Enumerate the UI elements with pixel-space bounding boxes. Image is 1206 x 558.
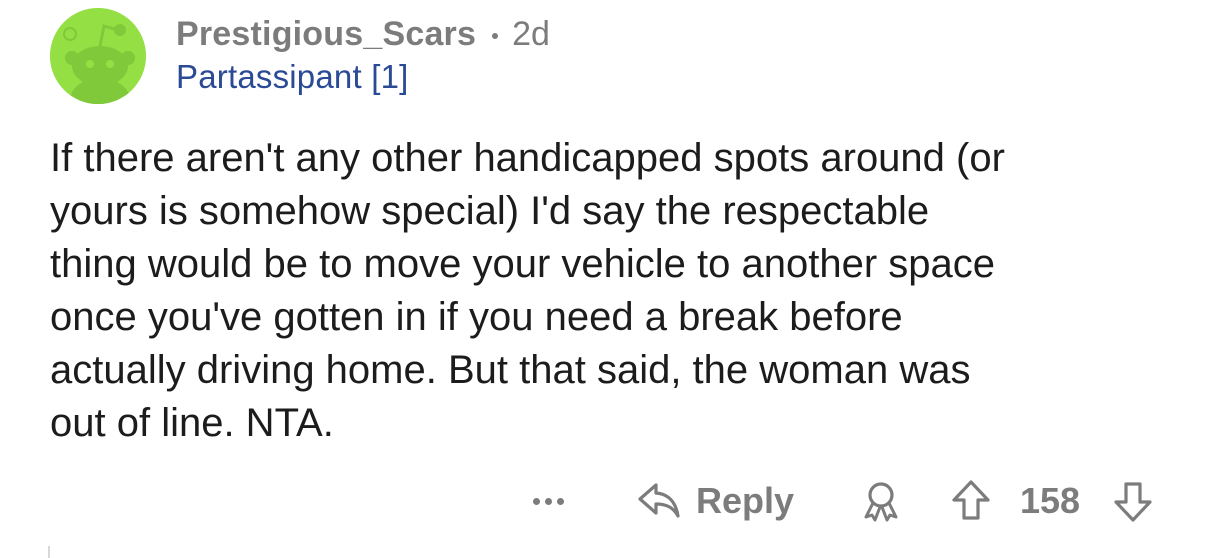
comment-body-line: out of line. NTA. <box>50 401 334 445</box>
username-link[interactable]: Prestigious_Scars <box>176 15 476 54</box>
comment-body-line: once you've gotten in if you need a brea… <box>50 295 903 339</box>
downvote-arrow-icon <box>1114 482 1152 522</box>
reply-arrow-icon <box>638 483 680 518</box>
more-options-icon <box>533 497 564 505</box>
reply-label: Reply <box>696 480 795 521</box>
comment-actions: Reply 158 <box>0 476 1206 526</box>
separator-dot <box>492 33 499 39</box>
thread-line <box>48 546 50 558</box>
award-button[interactable] <box>858 476 904 526</box>
award-icon <box>864 482 898 522</box>
comment-body-line: If there aren't any other handicapped sp… <box>50 136 1005 180</box>
reply-button[interactable]: Reply <box>636 476 794 526</box>
comment-body: If there aren't any other handicapped sp… <box>50 132 1180 450</box>
user-avatar[interactable] <box>50 8 146 104</box>
user-flair: Partassipant [1] <box>176 58 409 95</box>
upvote-button[interactable] <box>948 476 994 526</box>
reddit-snoo-avatar-icon <box>50 8 146 104</box>
vote-score: 158 <box>1020 480 1081 521</box>
comment-body-line: yours is somehow special) I'd say the re… <box>50 189 930 233</box>
upvote-arrow-icon <box>952 480 990 520</box>
more-options-button[interactable] <box>533 476 564 526</box>
comment-body-line: thing would be to move your vehicle to a… <box>50 242 996 286</box>
downvote-button[interactable] <box>1110 476 1156 526</box>
comment-meta: Prestigious_Scars 2d <box>176 12 550 56</box>
comment: Prestigious_Scars 2d Partassipant [1] If… <box>0 0 1206 558</box>
comment-body-line: actually driving home. But that said, th… <box>50 348 971 392</box>
comment-age: 2d <box>512 14 550 53</box>
